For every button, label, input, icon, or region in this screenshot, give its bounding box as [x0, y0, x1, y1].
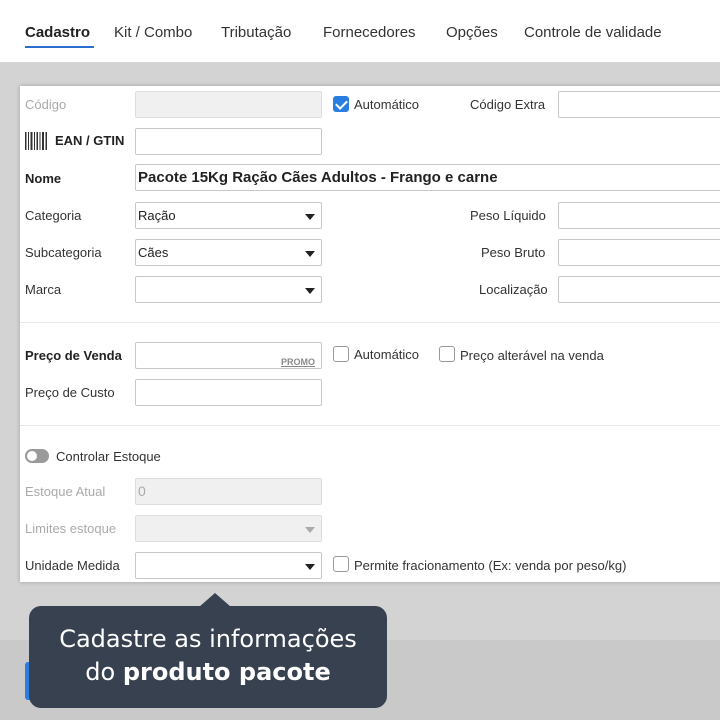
preco-custo-input[interactable] [135, 379, 322, 406]
tutorial-tooltip: Cadastre as informações do produto pacot… [29, 593, 387, 708]
estoque-atual-input: 0 [135, 478, 322, 505]
tooltip-line-2-bold: produto pacote [122, 658, 331, 686]
tooltip-line-2: do produto pacote [29, 656, 387, 689]
automatico-preco-checkbox[interactable] [333, 346, 349, 362]
tab-bar: Cadastro Kit / Combo Tributação Forneced… [0, 0, 720, 62]
automatico-preco-label: Automático [354, 347, 420, 362]
codigo-extra-label: Código Extra [470, 97, 546, 112]
tab-kit-combo[interactable]: Kit / Combo [114, 24, 192, 41]
product-form-panel: Código Automático Código Extra EAN / GTI… [20, 86, 720, 582]
peso-bruto-label: Peso Bruto [481, 245, 546, 260]
codigo-extra-input[interactable] [558, 91, 720, 118]
tooltip-line-2-prefix: do [85, 658, 116, 686]
preco-venda-input[interactable]: PROMO [135, 342, 322, 369]
marca-select[interactable] [135, 276, 322, 303]
tab-controle-validade[interactable]: Controle de validade [524, 24, 662, 41]
codigo-label: Código [25, 97, 67, 112]
tooltip-line-1: Cadastre as informações [59, 625, 357, 653]
automatico-codigo-checkbox[interactable] [333, 96, 349, 112]
tab-opcoes[interactable]: Opções [446, 24, 498, 41]
chevron-down-icon [305, 251, 315, 257]
section-divider [20, 425, 720, 426]
preco-alteravel-label: Preço alterável na venda [460, 348, 604, 363]
unidade-medida-label: Unidade Medida [25, 558, 120, 573]
estoque-atual-label: Estoque Atual [25, 484, 106, 499]
marca-label: Marca [25, 282, 62, 297]
active-tab-indicator [25, 46, 94, 48]
promo-link[interactable]: PROMO [281, 350, 315, 368]
subcategoria-value: Cães [138, 245, 169, 260]
automatico-codigo-label: Automático [354, 97, 420, 112]
localizacao-label: Localização [479, 282, 548, 297]
codigo-input [135, 91, 322, 118]
chevron-down-icon [305, 214, 315, 220]
subcategoria-select[interactable]: Cães [135, 239, 322, 266]
categoria-label: Categoria [25, 208, 82, 223]
ean-input[interactable] [135, 128, 322, 155]
tab-tributacao[interactable]: Tributação [221, 24, 291, 41]
nome-input[interactable]: Pacote 15Kg Ração Cães Adultos - Frango … [135, 164, 720, 191]
preco-custo-label: Preço de Custo [25, 385, 115, 400]
preco-venda-label: Preço de Venda [25, 348, 122, 363]
controlar-estoque-toggle[interactable] [25, 449, 49, 463]
categoria-select[interactable]: Ração [135, 202, 322, 229]
controlar-estoque-label: Controlar Estoque [56, 449, 161, 464]
peso-liquido-label: Peso Líquido [470, 208, 546, 223]
localizacao-input[interactable] [558, 276, 720, 303]
chevron-down-icon [305, 564, 315, 570]
chevron-down-icon [305, 288, 315, 294]
tab-fornecedores[interactable]: Fornecedores [323, 24, 416, 41]
peso-bruto-input[interactable] [558, 239, 720, 266]
permite-fracionamento-label: Permite fracionamento (Ex: venda por pes… [354, 558, 627, 573]
preco-alteravel-checkbox[interactable] [439, 346, 455, 362]
limites-estoque-label: Limites estoque [25, 521, 117, 536]
ean-label: EAN / GTIN [55, 133, 125, 148]
permite-fracionamento-checkbox[interactable] [333, 556, 349, 572]
nome-label: Nome [25, 171, 62, 186]
barcode-icon [25, 132, 47, 150]
chevron-down-icon [305, 527, 315, 533]
categoria-value: Ração [138, 208, 176, 223]
peso-liquido-input[interactable] [558, 202, 720, 229]
tab-cadastro[interactable]: Cadastro [25, 24, 90, 41]
section-divider [20, 322, 720, 323]
limites-estoque-select [135, 515, 322, 542]
unidade-medida-select[interactable] [135, 552, 322, 579]
subcategoria-label: Subcategoria [25, 245, 102, 260]
